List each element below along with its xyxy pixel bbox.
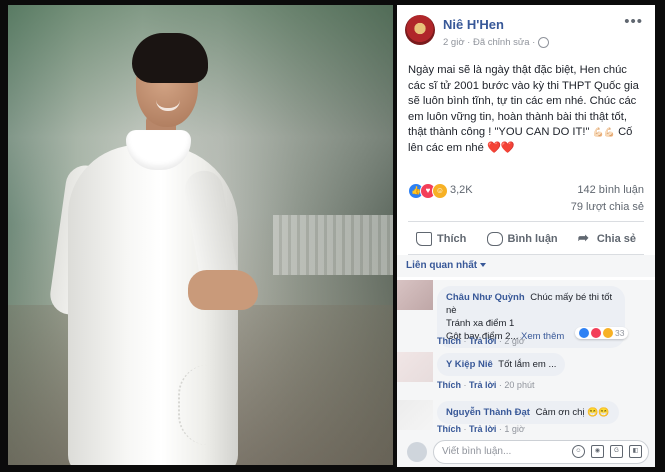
comment-input[interactable]: Viết bình luận... ☺ ◉ G ◧: [433, 440, 649, 464]
photo-background-railing: [273, 215, 393, 275]
comment-meta: Thích · Trả lời · 2 giờ: [437, 336, 525, 346]
post-timestamp[interactable]: 2 giờ · Đã chỉnh sửa ·: [443, 37, 535, 48]
post-actions: Thích Bình luận Chia sẻ: [408, 224, 644, 254]
camera-icon[interactable]: ◉: [591, 445, 604, 458]
photo-figure-hair: [132, 33, 208, 83]
post-header: Niê H'Hen 2 giờ · Đã chỉnh sửa · •••: [405, 13, 645, 55]
comment-like-link[interactable]: Thích: [437, 336, 461, 346]
comment-like-link[interactable]: Thích: [437, 380, 461, 390]
photo-figure-hands: [188, 270, 258, 310]
comment-button[interactable]: Bình luận: [479, 228, 566, 250]
post-photo[interactable]: [8, 5, 393, 465]
comment-text: Cảm ơn chị: [535, 407, 585, 418]
comment-time[interactable]: 20 phút: [504, 380, 534, 390]
globe-icon: [538, 37, 550, 48]
comment-author[interactable]: Nguyễn Thành Đạt: [446, 407, 530, 418]
comment-time[interactable]: 1 giờ: [504, 424, 524, 434]
comment-emoji: 😁😁: [587, 407, 610, 417]
share-icon: [578, 230, 592, 246]
current-user-avatar: [407, 442, 427, 462]
comment-meta: Thích · Trả lời · 20 phút: [437, 380, 535, 390]
comment-reply-link[interactable]: Trả lời: [469, 424, 496, 434]
comment-button-label: Bình luận: [507, 233, 558, 245]
composer-icons: ☺ ◉ G ◧: [572, 445, 642, 458]
commenter-avatar[interactable]: [397, 400, 433, 430]
share-button-label: Chia sẻ: [596, 233, 636, 245]
love-reaction-icon: [591, 328, 601, 338]
photo-dress-embroidery: [178, 365, 240, 445]
comment-bubble: Y Kiệp Niê Tốt lắm em ...: [437, 353, 566, 376]
post-text-hearts: ❤️❤️: [486, 141, 515, 154]
comment-sort-dropdown[interactable]: Liên quan nhất: [406, 260, 487, 271]
comment-meta: Thích · Trả lời · 1 giờ: [437, 424, 525, 434]
post-text-emoji: 💪🏻💪🏻: [592, 127, 615, 138]
reaction-count[interactable]: 3,2K: [450, 184, 473, 196]
comment-bubble: Nguyễn Thành Đạt Cảm ơn chị 😁😁: [437, 401, 619, 424]
comment-like-link[interactable]: Thích: [437, 424, 461, 434]
comment-icon: [486, 232, 503, 246]
like-reaction-icon: [579, 328, 589, 338]
comment-time[interactable]: 2 giờ: [504, 336, 524, 346]
see-more-link[interactable]: Xem thêm: [521, 331, 564, 342]
post-text: Ngày mai sẽ là ngày thật đặc biệt, Hen c…: [408, 63, 644, 157]
post-panel: Niê H'Hen 2 giờ · Đã chỉnh sửa · ••• Ngà…: [397, 5, 655, 467]
reaction-icons[interactable]: 👍 ♥ ☺: [408, 183, 448, 199]
emoji-icon[interactable]: ☺: [572, 445, 585, 458]
commenter-avatar[interactable]: [397, 280, 433, 310]
comment-input-placeholder: Viết bình luận...: [442, 446, 512, 457]
comment-sort-label: Liên quan nhất: [406, 260, 478, 271]
chevron-down-icon: [480, 263, 487, 268]
haha-reaction-icon: [603, 328, 613, 338]
author-name[interactable]: Niê H'Hen: [443, 17, 504, 32]
commenter-avatar[interactable]: [397, 352, 433, 382]
comment-reaction-count: 33: [615, 328, 625, 338]
sticker-icon[interactable]: ◧: [629, 445, 642, 458]
comment-author[interactable]: Y Kiệp Niê: [446, 359, 493, 370]
share-button[interactable]: Chia sẻ: [570, 229, 644, 249]
comments-section: Châu Như Quỳnh Chúc mấy bé thi tốt nè Tr…: [397, 280, 655, 467]
screenshot-frame: Niê H'Hen 2 giờ · Đã chỉnh sửa · ••• Ngà…: [0, 0, 665, 472]
comment-reply-link[interactable]: Trả lời: [469, 380, 496, 390]
share-count[interactable]: 79 lượt chia sẻ: [408, 201, 644, 213]
comment-reply-link[interactable]: Trả lời: [469, 336, 496, 346]
more-options-icon[interactable]: •••: [624, 13, 643, 30]
reactions-bar: 👍 ♥ ☺ 3,2K 142 bình luận: [408, 183, 644, 201]
comment-text: Tốt lắm em ...: [498, 359, 557, 370]
like-button[interactable]: Thích: [408, 228, 474, 250]
author-avatar[interactable]: [405, 15, 435, 45]
comment-count[interactable]: 142 bình luận: [577, 184, 644, 196]
like-button-label: Thích: [437, 233, 467, 245]
post-meta: 2 giờ · Đã chỉnh sửa ·: [443, 37, 550, 48]
haha-reaction-icon: ☺: [432, 183, 448, 199]
thumbs-up-icon: [416, 232, 432, 246]
divider: [408, 221, 644, 222]
comment-author[interactable]: Châu Như Quỳnh: [446, 292, 525, 303]
gif-icon[interactable]: G: [610, 445, 623, 458]
comment-text-line2: Tránh xa điểm 1: [446, 318, 515, 329]
comment-reactions[interactable]: 33: [575, 327, 629, 339]
